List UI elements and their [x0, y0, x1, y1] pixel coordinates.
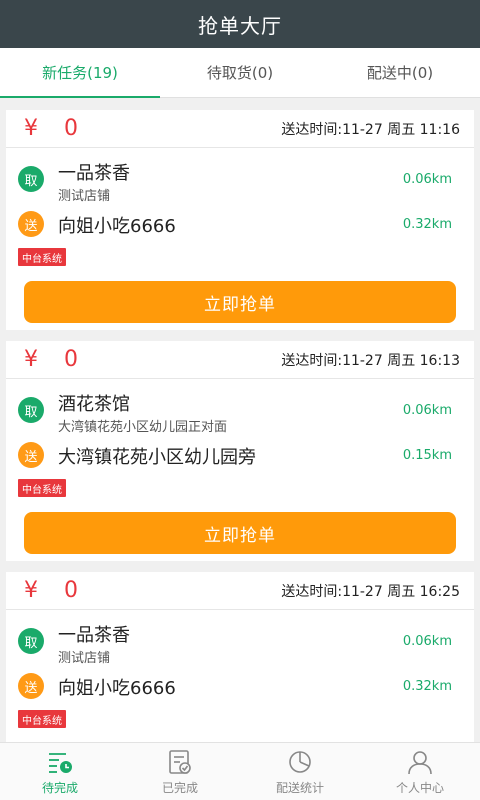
delivery-time-label: 送达时间: [281, 121, 343, 138]
nav-label: 个人中心 [395, 780, 444, 795]
task-tabs: 新任务(19) 待取货(0) 配送中(0) [0, 48, 480, 98]
pickup-subtitle: 测试店铺 [58, 189, 111, 204]
deliver-distance: 0.32km [402, 679, 452, 694]
pickup-name: 一品茶香 [58, 163, 130, 184]
page-title: 抢单大厅 [198, 13, 282, 38]
deliver-name: 大湾镇花苑小区幼儿园旁 [58, 447, 256, 468]
tab-label: 新任务(19) [42, 64, 118, 82]
pickup-name: 一品茶香 [58, 625, 130, 646]
order-amount: 0 [64, 116, 78, 141]
pickup-distance: 0.06km [402, 403, 452, 418]
currency-symbol: ¥ [24, 578, 38, 603]
order-header: ¥ 0 送达时间: 11-27 周五 16:25 [6, 572, 474, 610]
delivery-time-value: 11-27 周五 16:25 [342, 583, 460, 600]
delivery-time-label: 送达时间: [281, 583, 343, 600]
order-card: ¥ 0 送达时间: 11-27 周五 16:13 取 酒花茶馆 大湾镇花苑小区幼… [6, 341, 474, 561]
nav-label: 配送统计 [275, 780, 324, 795]
pickup-subtitle: 大湾镇花苑小区幼儿园正对面 [58, 420, 228, 435]
pickup-name: 酒花茶馆 [58, 394, 130, 415]
deliver-name: 向姐小吃6666 [58, 678, 176, 699]
delivery-time: 送达时间: 11-27 周五 16:25 [281, 581, 460, 601]
pickup-distance: 0.06km [402, 634, 452, 649]
currency-symbol: ¥ [24, 116, 38, 141]
deliver-badge: 送 [18, 673, 44, 699]
nav-label: 已完成 [161, 780, 198, 795]
nav-label: 待完成 [41, 780, 78, 795]
delivery-time: 送达时间: 11-27 周五 11:16 [281, 119, 460, 139]
tab-awaiting-pickup[interactable]: 待取货(0) [160, 48, 320, 97]
deliver-badge: 送 [18, 211, 44, 237]
order-card: ¥ 0 送达时间: 11-27 周五 11:16 取 一品茶香 测试店铺 0.0… [6, 110, 474, 330]
pickup-badge: 取 [18, 397, 44, 423]
currency-symbol: ¥ [24, 347, 38, 372]
order-card: ¥ 0 送达时间: 11-27 周五 16:25 取 一品茶香 测试店铺 0.0… [6, 572, 474, 742]
pickup-badge: 取 [18, 628, 44, 654]
user-icon [408, 750, 432, 774]
grab-order-button[interactable]: 立即抢单 [24, 281, 456, 323]
order-header: ¥ 0 送达时间: 11-27 周五 11:16 [6, 110, 474, 148]
tab-label: 配送中(0) [366, 64, 434, 82]
pickup-distance: 0.06km [402, 172, 452, 187]
pickup-badge: 取 [18, 166, 44, 192]
deliver-distance: 0.32km [402, 217, 452, 232]
source-tag: 中台系统 [18, 479, 66, 497]
pickup-subtitle: 测试店铺 [58, 651, 111, 666]
completed-doc-icon [169, 749, 191, 774]
app-header: 抢单大厅 [0, 0, 480, 48]
tab-new-tasks[interactable]: 新任务(19) [0, 48, 160, 98]
order-amount: 0 [64, 578, 78, 603]
deliver-name: 向姐小吃6666 [58, 216, 176, 237]
deliver-badge: 送 [18, 442, 44, 468]
delivery-time: 送达时间: 11-27 周五 16:13 [281, 350, 460, 370]
delivery-time-value: 11-27 周五 16:13 [342, 352, 460, 369]
tab-delivering[interactable]: 配送中(0) [320, 48, 480, 97]
pie-chart-icon [289, 750, 311, 773]
grab-order-button[interactable]: 立即抢单 [24, 512, 456, 554]
delivery-time-value: 11-27 周五 11:16 [342, 121, 460, 138]
order-list[interactable]: ¥ 0 送达时间: 11-27 周五 11:16 取 一品茶香 测试店铺 0.0… [0, 98, 480, 742]
delivery-time-label: 送达时间: [281, 352, 343, 369]
nav-pending[interactable]: 待完成 [0, 743, 120, 800]
nav-completed[interactable]: 已完成 [120, 743, 240, 800]
order-header: ¥ 0 送达时间: 11-27 周五 16:13 [6, 341, 474, 379]
pending-list-icon [49, 752, 72, 773]
order-amount: 0 [64, 347, 78, 372]
tab-label: 待取货(0) [206, 64, 274, 82]
bottom-nav: 待完成 已完成 配送统计 个人中心 [0, 742, 480, 800]
nav-profile[interactable]: 个人中心 [360, 743, 480, 800]
nav-delivery-stats[interactable]: 配送统计 [240, 743, 360, 800]
deliver-distance: 0.15km [402, 448, 452, 463]
source-tag: 中台系统 [18, 710, 66, 728]
source-tag: 中台系统 [18, 248, 66, 266]
